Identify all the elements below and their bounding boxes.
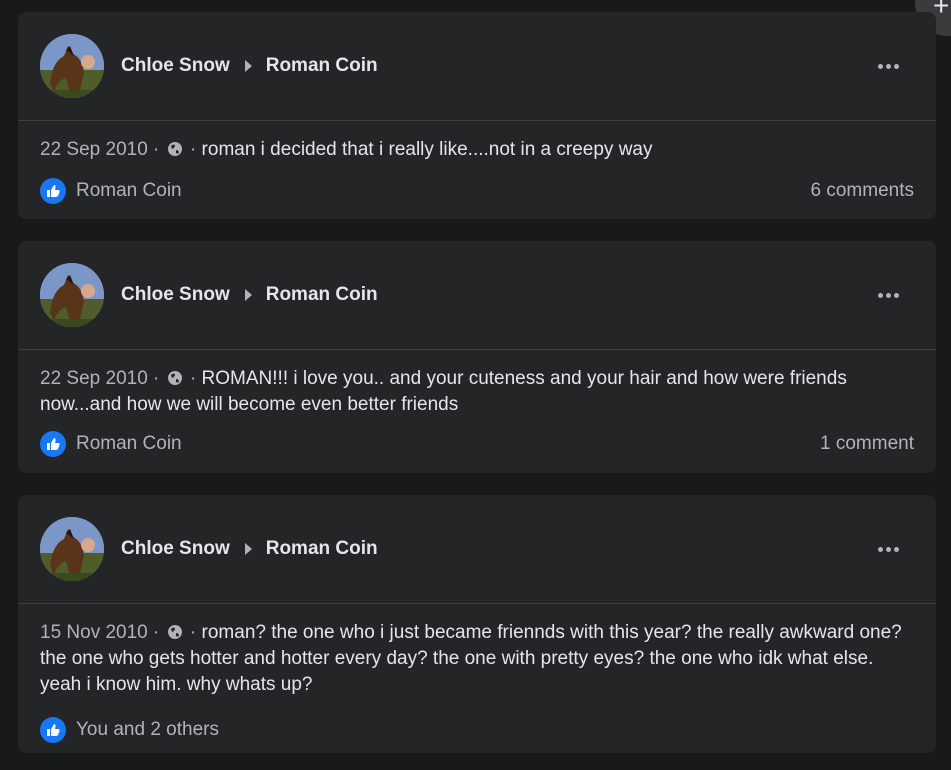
likes-text: Roman Coin — [76, 180, 182, 201]
post-body: 22 Sep 2010 · · roman i decided that i r… — [40, 139, 653, 160]
target-name[interactable]: Roman Coin — [266, 55, 378, 77]
arrow-right-icon — [244, 60, 252, 72]
more-icon — [877, 292, 883, 298]
likes-text: Roman Coin — [76, 433, 182, 454]
likes-summary[interactable]: Roman Coin — [40, 178, 182, 204]
post-date[interactable]: 15 Nov 2010 — [40, 622, 148, 643]
more-options-button[interactable] — [876, 54, 900, 78]
avatar[interactable] — [40, 34, 104, 98]
target-name[interactable]: Roman Coin — [266, 284, 378, 306]
likes-summary[interactable]: Roman Coin — [40, 431, 182, 457]
post-header: Chloe Snow Roman Coin — [18, 495, 936, 604]
post-header: Chloe Snow Roman Coin — [18, 12, 936, 121]
post-date[interactable]: 22 Sep 2010 — [40, 139, 148, 160]
post-text: roman i decided that i really like....no… — [201, 139, 653, 160]
like-icon — [40, 178, 66, 204]
post-card: Chloe Snow Roman Coin 15 Nov 2010 · · ro… — [18, 495, 936, 753]
arrow-right-icon — [244, 289, 252, 301]
post-author-line: Chloe Snow Roman Coin — [121, 284, 378, 306]
post-card: Chloe Snow Roman Coin 22 Sep 2010 · · RO… — [18, 241, 936, 473]
post-text: ROMAN!!! i love you.. and your cuteness … — [40, 368, 847, 415]
post-footer: Roman Coin 1 comment — [18, 424, 936, 464]
avatar[interactable] — [40, 517, 104, 581]
post-body: 22 Sep 2010 · · ROMAN!!! i love you.. an… — [40, 368, 847, 415]
likes-summary[interactable]: You and 2 others — [40, 717, 219, 743]
more-icon — [877, 63, 883, 69]
globe-icon — [167, 142, 182, 156]
like-icon — [40, 431, 66, 457]
post-footer: Roman Coin 6 comments — [18, 171, 936, 211]
more-options-button[interactable] — [876, 537, 900, 561]
more-icon — [877, 546, 883, 552]
post-date[interactable]: 22 Sep 2010 — [40, 368, 148, 389]
more-options-button[interactable] — [876, 283, 900, 307]
post-header: Chloe Snow Roman Coin — [18, 241, 936, 350]
globe-icon — [167, 371, 182, 385]
comments-count[interactable]: 6 comments — [811, 180, 914, 202]
author-name[interactable]: Chloe Snow — [121, 284, 230, 306]
avatar[interactable] — [40, 263, 104, 327]
likes-text: You and 2 others — [76, 719, 219, 740]
like-icon — [40, 717, 66, 743]
comments-count[interactable]: 1 comment — [820, 433, 914, 455]
post-footer: You and 2 others — [18, 710, 936, 750]
arrow-right-icon — [244, 543, 252, 555]
post-author-line: Chloe Snow Roman Coin — [121, 55, 378, 77]
feed: + Chloe Snow Roman Coin 22 Sep 2010 · · … — [0, 0, 951, 770]
target-name[interactable]: Roman Coin — [266, 538, 378, 560]
author-name[interactable]: Chloe Snow — [121, 55, 230, 77]
author-name[interactable]: Chloe Snow — [121, 538, 230, 560]
post-body: 15 Nov 2010 · · roman? the one who i jus… — [40, 622, 902, 695]
post-author-line: Chloe Snow Roman Coin — [121, 538, 378, 560]
globe-icon — [167, 625, 182, 639]
post-card: Chloe Snow Roman Coin 22 Sep 2010 · · ro… — [18, 12, 936, 219]
